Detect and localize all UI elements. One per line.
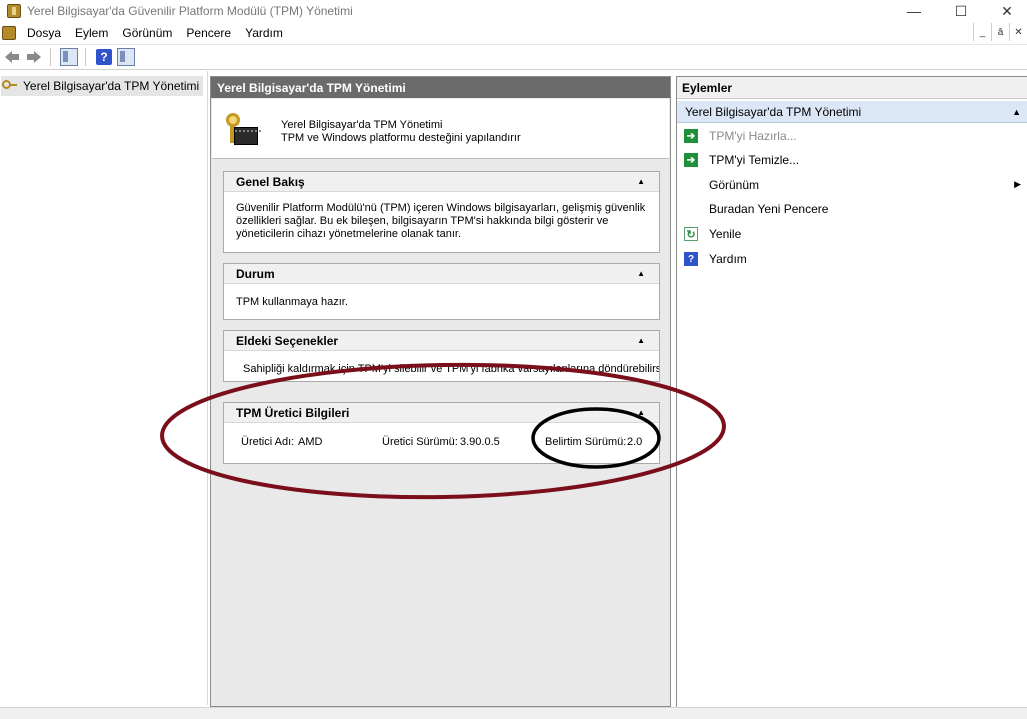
- actions-header: Eylemler: [677, 77, 1027, 99]
- overview-panel-header[interactable]: Genel Bakış ▲: [224, 172, 659, 192]
- collapse-caret-icon[interactable]: ▲: [637, 177, 645, 186]
- help-icon: ?: [96, 49, 112, 65]
- console-tree-icon: [60, 48, 78, 66]
- refresh-icon: ↻: [684, 227, 698, 241]
- green-arrow-icon: ➔: [684, 129, 698, 143]
- help-button[interactable]: ?: [94, 47, 114, 67]
- spec-version-value: 2.0: [627, 436, 643, 448]
- collapse-caret-icon[interactable]: ▲: [637, 269, 645, 278]
- mdi-restore-button[interactable]: ā: [991, 23, 1009, 41]
- status-panel-header[interactable]: Durum ▲: [224, 264, 659, 284]
- results-pane: Yerel Bilgisayar'da TPM Yönetimi Yerel B…: [210, 76, 671, 707]
- manufacturer-panel: TPM Üretici Bilgileri ▲ Üretici Adı: AMD…: [223, 402, 660, 464]
- overview-text: Güvenilir Platform Modülü'nü (TPM) içere…: [236, 202, 646, 240]
- options-panel-header[interactable]: Eldeki Seçenekler ▲: [224, 331, 659, 351]
- action-view[interactable]: Görünüm ▶: [677, 175, 1027, 195]
- collapse-caret-icon[interactable]: ▲: [637, 336, 645, 345]
- tpm-app-icon: [7, 4, 21, 18]
- menu-bar: Dosya Eylem Görünüm Pencere Yardım: [0, 22, 1027, 44]
- show-hide-console-tree-button[interactable]: [59, 47, 79, 67]
- forward-button[interactable]: [24, 47, 44, 67]
- manufacturer-panel-header[interactable]: TPM Üretici Bilgileri ▲: [224, 403, 659, 423]
- actions-section-header[interactable]: Yerel Bilgisayar'da TPM Yönetimi ▲: [677, 101, 1027, 123]
- toolbar-separator: [50, 48, 51, 66]
- overview-panel: Genel Bakış ▲ Güvenilir Platform Modülü'…: [223, 171, 660, 253]
- banner-title: Yerel Bilgisayar'da TPM Yönetimi: [281, 119, 443, 131]
- manufacturer-name-label: Üretici Adı:: [241, 436, 295, 448]
- action-label: Buradan Yeni Pencere: [709, 202, 829, 216]
- action-new-window[interactable]: Buradan Yeni Pencere: [677, 199, 1027, 219]
- tree-item-tpm-management[interactable]: Yerel Bilgisayar'da TPM Yönetimi: [1, 76, 204, 96]
- action-pane-icon: [117, 48, 135, 66]
- title-bar: Yerel Bilgisayar'da Güvenilir Platform M…: [0, 0, 1027, 22]
- minimize-button[interactable]: —: [891, 0, 937, 22]
- collapse-caret-icon[interactable]: ▲: [1012, 107, 1021, 117]
- options-text: Sahipliği kaldırmak için TPM'yi silebili…: [243, 363, 659, 375]
- action-refresh[interactable]: ↻ Yenile: [677, 224, 1027, 244]
- collapse-caret-icon[interactable]: ▲: [637, 408, 645, 417]
- tpm-key-chip-icon: [224, 113, 261, 149]
- overview-title: Genel Bakış: [236, 174, 305, 189]
- back-button[interactable]: [2, 47, 22, 67]
- status-text: TPM kullanmaya hazır.: [236, 296, 348, 308]
- action-prepare-tpm[interactable]: ➔ TPM'yi Hazırla...: [677, 126, 1027, 146]
- mdi-minimize-button[interactable]: _: [973, 23, 991, 41]
- green-arrow-icon: ➔: [684, 153, 698, 167]
- show-hide-action-pane-button[interactable]: [116, 47, 136, 67]
- menu-pencere[interactable]: Pencere: [179, 26, 238, 40]
- manufacturer-version-value: 3.90.0.5: [460, 436, 500, 448]
- maximize-button[interactable]: ☐: [938, 0, 984, 22]
- status-panel: Durum ▲ TPM kullanmaya hazır.: [223, 263, 660, 320]
- menu-gorunum[interactable]: Görünüm: [115, 26, 179, 40]
- help-icon: ?: [684, 252, 698, 266]
- actions-pane: Eylemler Yerel Bilgisayar'da TPM Yönetim…: [676, 76, 1027, 707]
- forward-arrow-icon: [27, 51, 41, 63]
- mdi-close-button[interactable]: ✕: [1009, 23, 1027, 41]
- results-pane-header: Yerel Bilgisayar'da TPM Yönetimi: [211, 77, 670, 98]
- options-panel: Eldeki Seçenekler ▲ Sahipliği kaldırmak …: [223, 330, 660, 382]
- spec-version-label: Belirtim Sürümü:: [545, 436, 627, 448]
- console-tree: Yerel Bilgisayar'da TPM Yönetimi: [0, 71, 208, 705]
- toolbar: ?: [0, 44, 1027, 70]
- banner-description: TPM ve Windows platformu desteğini yapıl…: [281, 132, 521, 144]
- manufacturer-title: TPM Üretici Bilgileri: [236, 405, 350, 420]
- snapin-banner: Yerel Bilgisayar'da TPM Yönetimi TPM ve …: [212, 99, 669, 159]
- action-label: TPM'yi Hazırla...: [709, 129, 797, 143]
- status-bar: [0, 707, 1027, 719]
- action-label: Yardım: [709, 252, 747, 266]
- menu-dosya[interactable]: Dosya: [20, 26, 68, 40]
- action-help[interactable]: ? Yardım: [677, 249, 1027, 269]
- manufacturer-name-value: AMD: [298, 436, 323, 448]
- menu-eylem[interactable]: Eylem: [68, 26, 115, 40]
- window-title: Yerel Bilgisayar'da Güvenilir Platform M…: [27, 4, 353, 18]
- action-label: TPM'yi Temizle...: [709, 153, 800, 167]
- mdi-controls: _ ā ✕: [973, 23, 1027, 43]
- system-menu-icon[interactable]: [2, 26, 16, 40]
- options-title: Eldeki Seçenekler: [236, 333, 339, 348]
- action-clear-tpm[interactable]: ➔ TPM'yi Temizle...: [677, 150, 1027, 170]
- toolbar-separator: [85, 48, 86, 66]
- key-icon: [2, 79, 18, 93]
- action-label: Yenile: [709, 227, 742, 241]
- action-label: Görünüm: [709, 178, 760, 192]
- status-title: Durum: [236, 266, 275, 281]
- menu-yardim[interactable]: Yardım: [238, 26, 290, 40]
- close-button[interactable]: ✕: [984, 0, 1027, 22]
- submenu-arrow-icon: ▶: [1014, 179, 1021, 189]
- back-arrow-icon: [5, 51, 19, 63]
- actions-section-title: Yerel Bilgisayar'da TPM Yönetimi: [685, 104, 862, 119]
- tree-item-label: Yerel Bilgisayar'da TPM Yönetimi: [23, 79, 200, 93]
- manufacturer-version-label: Üretici Sürümü:: [382, 436, 458, 448]
